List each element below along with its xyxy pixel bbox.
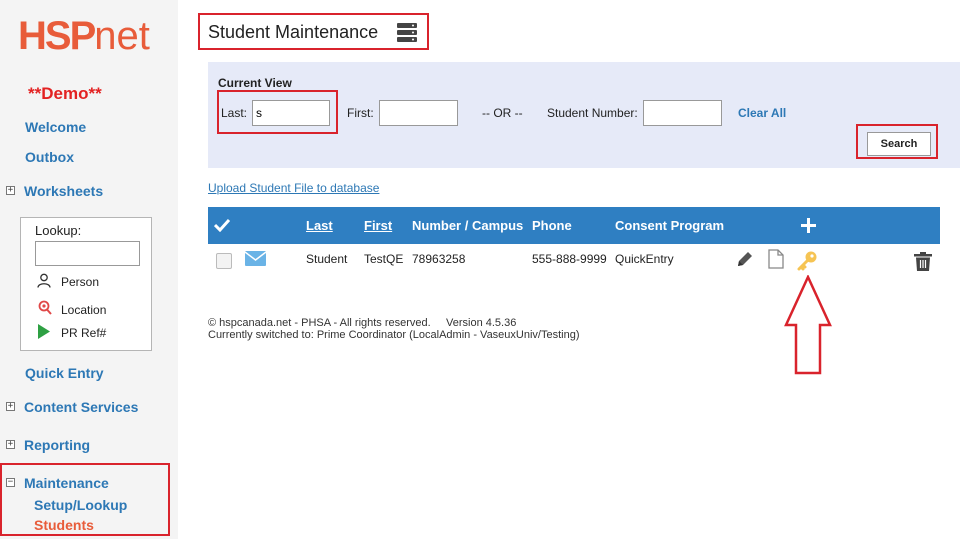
sidebar: HSPnet **Demo** Welcome Outbox + Workshe… — [0, 0, 178, 539]
expand-content-services-icon[interactable]: + — [6, 402, 15, 411]
column-header-consent-program: Consent Program — [615, 218, 725, 233]
footer: © hspcanada.net - PHSA - All rights rese… — [208, 317, 580, 341]
lookup-location[interactable]: Location — [37, 300, 106, 319]
clear-all-link[interactable]: Clear All — [738, 106, 786, 120]
cell-phone: 555-888-9999 — [532, 252, 607, 266]
expand-worksheets-icon[interactable]: + — [6, 186, 15, 195]
expand-reporting-icon[interactable]: + — [6, 440, 15, 449]
sidebar-item-reporting[interactable]: Reporting — [24, 437, 90, 453]
column-header-first[interactable]: First — [364, 218, 392, 233]
footer-switched-role: Currently switched to: Prime Coordinator… — [208, 329, 580, 341]
cell-last: Student — [306, 252, 348, 266]
play-arrow-icon — [37, 324, 55, 342]
current-view-label: Current View — [218, 76, 292, 90]
column-header-number-campus: Number / Campus — [412, 218, 524, 233]
edit-pencil-icon[interactable] — [736, 250, 754, 273]
demo-label: **Demo** — [28, 84, 102, 103]
sidebar-item-welcome[interactable]: Welcome — [25, 119, 86, 135]
hspnet-logo[interactable]: HSPnet — [18, 16, 150, 56]
lookup-input[interactable] — [35, 241, 140, 266]
sidebar-item-content-services[interactable]: Content Services — [24, 399, 138, 415]
highlight-search-button — [856, 124, 938, 159]
envelope-icon[interactable] — [244, 251, 267, 271]
student-number-label: Student Number: — [547, 106, 638, 120]
column-header-last[interactable]: Last — [306, 218, 333, 233]
first-label: First: — [347, 106, 374, 120]
lookup-panel: Lookup: Person Location PR Ref# — [20, 217, 152, 351]
lookup-title: Lookup: — [35, 223, 82, 238]
location-pin-icon — [37, 300, 55, 319]
add-student-plus-icon[interactable] — [801, 218, 816, 238]
upload-student-file-link[interactable]: Upload Student File to database — [208, 181, 379, 195]
cell-number: 78963258 — [412, 252, 466, 266]
trash-icon[interactable] — [914, 252, 932, 276]
or-separator: -- OR -- — [482, 106, 523, 120]
lookup-person[interactable]: Person — [37, 273, 99, 291]
row-checkbox[interactable] — [216, 253, 232, 269]
key-icon[interactable] — [796, 250, 818, 277]
table-header: Last First Number / Campus Phone Consent… — [208, 207, 940, 244]
first-name-input[interactable] — [379, 100, 458, 126]
document-icon[interactable] — [768, 249, 784, 274]
sidebar-item-quick-entry[interactable]: Quick Entry — [25, 365, 104, 381]
person-icon — [37, 273, 55, 291]
highlight-maintenance — [0, 463, 170, 536]
highlight-last-input — [217, 90, 338, 134]
highlight-page-title — [198, 13, 429, 50]
cell-consent-program: QuickEntry — [615, 252, 674, 266]
column-header-phone: Phone — [532, 218, 572, 233]
lookup-pr-ref[interactable]: PR Ref# — [37, 324, 106, 342]
footer-copyright: © hspcanada.net - PHSA - All rights rese… — [208, 317, 517, 329]
cell-first: TestQE — [364, 252, 404, 266]
select-all-check-icon[interactable] — [213, 218, 231, 237]
sidebar-item-outbox[interactable]: Outbox — [25, 149, 74, 165]
annotation-up-arrow-icon — [783, 273, 833, 380]
sidebar-item-worksheets[interactable]: Worksheets — [24, 183, 103, 199]
student-number-input[interactable] — [643, 100, 722, 126]
